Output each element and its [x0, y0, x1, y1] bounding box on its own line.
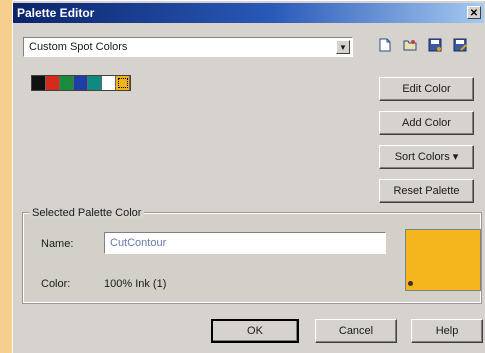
chevron-down-icon[interactable]: ▼	[336, 40, 350, 54]
group-title: Selected Palette Color	[29, 207, 145, 219]
name-value: CutContour	[110, 237, 167, 249]
swatch-selected[interactable]	[116, 76, 130, 90]
save-as-palette-icon[interactable]	[450, 37, 470, 57]
preview-marker	[408, 281, 413, 286]
palette-select[interactable]: Custom Spot Colors ▼	[23, 37, 353, 57]
window-title: Palette Editor	[17, 6, 95, 20]
swatch[interactable]	[46, 76, 60, 90]
name-label: Name:	[41, 238, 74, 250]
cancel-button[interactable]: Cancel	[315, 319, 397, 343]
add-color-button[interactable]: Add Color	[379, 111, 474, 135]
ok-button[interactable]: OK	[211, 319, 299, 343]
name-field[interactable]: CutContour	[104, 232, 386, 254]
swatch[interactable]	[60, 76, 74, 90]
edit-color-button[interactable]: Edit Color	[379, 77, 474, 101]
new-palette-icon[interactable]	[375, 37, 395, 57]
palette-editor-dialog: Palette Editor ✕ Custom Spot Colors ▼ Ed…	[12, 0, 485, 353]
swatch[interactable]	[102, 76, 116, 90]
close-icon[interactable]: ✕	[467, 6, 481, 19]
color-preview	[405, 229, 481, 291]
help-button[interactable]: Help	[411, 319, 483, 343]
swatch[interactable]	[74, 76, 88, 90]
open-palette-icon[interactable]	[400, 37, 420, 57]
color-label: Color:	[41, 278, 71, 290]
sort-colors-button[interactable]: Sort Colors ▾	[379, 145, 474, 169]
swatch[interactable]	[32, 76, 46, 90]
save-palette-icon[interactable]	[425, 37, 445, 57]
title-bar: Palette Editor ✕	[13, 3, 484, 23]
reset-palette-button[interactable]: Reset Palette	[379, 179, 474, 203]
color-value: 100% Ink (1)	[104, 278, 167, 290]
palette-swatches	[31, 75, 131, 91]
palette-select-value: Custom Spot Colors	[29, 41, 128, 53]
swatch[interactable]	[88, 76, 102, 90]
